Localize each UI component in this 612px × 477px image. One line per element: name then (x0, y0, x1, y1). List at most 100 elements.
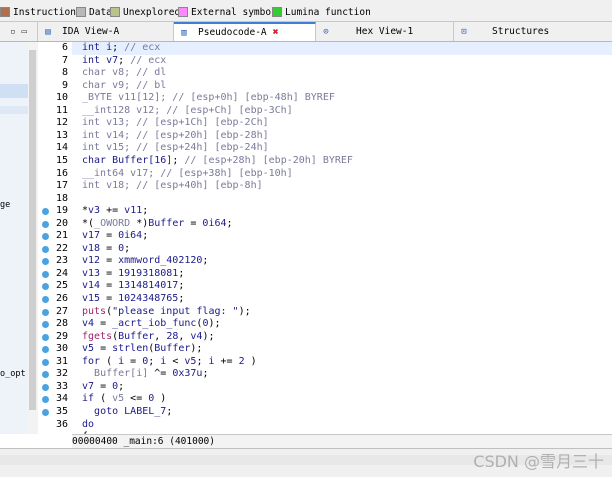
status-bar: 00000400 _main:6 (401000) (72, 434, 612, 448)
breakpoint-dot[interactable] (42, 245, 49, 253)
legend-item: Unexplored (110, 6, 180, 18)
code-token: for (82, 355, 101, 367)
code-token: do (82, 418, 95, 430)
code-line[interactable]: int v18; // [esp+40h] [ebp-8h] (82, 180, 263, 193)
code-line[interactable]: int i; // ecx (72, 42, 612, 55)
address-location: 00000400 _main:6 (401000) (72, 436, 215, 447)
code-token: _acrt_iob_func (112, 318, 197, 330)
code-token: ; (226, 217, 233, 229)
code-line[interactable]: for ( i = 0; i < v5; i += 2 ) (82, 356, 257, 369)
code-line[interactable]: v5 = strlen(Buffer); (82, 343, 202, 356)
code-line[interactable]: int v14; // [esp+20h] [ebp-28h] (82, 130, 269, 143)
code-line[interactable]: char Buffer[16]; // [esp+28h] [ebp-20h] … (82, 155, 353, 168)
code-token: int v18; // [esp+40h] [ebp-8h] (82, 180, 263, 192)
code-token: v5 (184, 355, 197, 367)
code-line[interactable]: v4 = _acrt_iob_func(0); (82, 318, 221, 331)
breakpoint-dot[interactable] (42, 308, 49, 316)
breakpoint-dot[interactable] (42, 408, 49, 416)
code-line[interactable]: int v13; // [esp+1Ch] [ebp-2Ch] (82, 117, 269, 130)
code-token: ^= (148, 368, 173, 380)
code-line[interactable]: v13 = 1919318081; (82, 268, 184, 281)
hex-view-icon: ⊙ (323, 26, 329, 37)
code-token: Buffer[16] (112, 154, 173, 166)
code-token: _BYTE v11[12]; // [esp+0h] [ebp-48h] BYR… (82, 92, 335, 104)
code-token: = (94, 318, 113, 330)
code-line[interactable]: Buffer[i] ^= 0x37u; (82, 368, 208, 381)
function-list-item[interactable]: o_opt (0, 369, 26, 379)
legend-swatch (110, 7, 120, 17)
functions-pane[interactable]: ge o_opt (0, 42, 29, 434)
code-token: "please input flag: " (112, 305, 239, 317)
code-token: goto (94, 405, 125, 417)
code-line[interactable]: *(_OWORD *)Buffer = 0i64; (82, 218, 233, 231)
legend-swatch (0, 7, 10, 17)
scrollbar-thumb[interactable] (29, 50, 36, 410)
pseudocode-view[interactable]: int i; // ecx int v7; // ecx char v8; // d… (72, 42, 612, 434)
breakpoint-dot[interactable] (42, 333, 49, 341)
code-line[interactable]: puts("please input flag: "); (82, 306, 251, 319)
code-token: LABEL_7 (124, 405, 167, 417)
code-line[interactable]: goto LABEL_7; (82, 406, 172, 419)
line-number: 11 (55, 104, 68, 116)
code-token: 0i64 (118, 230, 143, 242)
line-number: 7 (61, 54, 68, 66)
code-line[interactable]: v15 = 1024348765; (82, 293, 184, 306)
tab-pseudocode-a[interactable]: ▥ Pseudocode-A ✖ (174, 22, 316, 41)
legend-label: Instruction (13, 6, 76, 18)
code-token: int v15; // [esp+24h] [ebp-24h] (82, 142, 269, 154)
code-token: = (100, 242, 119, 254)
close-icon[interactable]: ✖ (273, 27, 279, 38)
tab-ida-view-a[interactable]: ▤ IDA View-A (38, 22, 174, 41)
structures-icon: ⊡ (461, 26, 467, 37)
code-token: ; (124, 242, 131, 254)
legend-swatch (178, 7, 188, 17)
code-line[interactable]: if ( v5 <= 0 ) (82, 393, 166, 406)
function-list-item[interactable]: ge (0, 200, 10, 210)
breakpoint-dot[interactable] (42, 296, 49, 303)
breakpoint-dot[interactable] (42, 270, 49, 278)
code-token: int (82, 42, 107, 53)
code-token: , (178, 330, 191, 342)
code-line[interactable]: int v15; // [esp+24h] [ebp-24h] (82, 142, 269, 155)
line-number: 8 (61, 67, 68, 79)
breakpoint-dot[interactable] (42, 358, 49, 366)
code-token: if (82, 393, 95, 405)
segment-legend-bar: Instruction Data Unexplored External symbol… (0, 0, 612, 22)
code-line[interactable]: v18 = 0; (82, 243, 130, 256)
code-token: 0i64 (202, 217, 227, 229)
code-line[interactable]: v12 = xmmword_402120; (82, 255, 208, 268)
code-token: ) (244, 355, 257, 367)
tab-strip: ▫ ▭ ▤ IDA View-A ▥ Pseudocode-A ✖ ⊙ Hex … (0, 22, 612, 42)
tab-structures[interactable]: ⊡ Structures (454, 22, 612, 41)
code-token: _OWORD (94, 217, 131, 229)
code-token: Buffer (148, 217, 185, 229)
code-token: v7 (82, 380, 95, 392)
code-line[interactable]: do (82, 419, 94, 432)
code-token: v14 (82, 280, 101, 292)
code-line[interactable]: *v3 += v11; (82, 205, 148, 218)
tab-label: Hex View-1 (356, 26, 414, 37)
restore-icon[interactable]: ▭ (22, 27, 27, 37)
close-icon[interactable]: ▫ (10, 27, 15, 37)
code-token: puts (82, 305, 107, 317)
code-line[interactable]: __int64 v17; // [esp+38h] [ebp-10h] (82, 168, 293, 181)
code-token: __int128 v12; // [esp+Ch] [ebp-3Ch] (82, 104, 293, 116)
code-token: ; (142, 230, 149, 242)
code-line[interactable]: v7 = 0; (82, 381, 124, 394)
code-line[interactable]: char v9; // bl (82, 80, 166, 93)
code-line[interactable]: __int128 v12; // [esp+Ch] [ebp-3Ch] (82, 105, 293, 118)
breakpoint-dot[interactable] (42, 220, 49, 228)
code-token: = (94, 380, 113, 392)
left-panel-controls[interactable]: ▫ ▭ (0, 22, 38, 41)
tab-hex-view-1[interactable]: ⊙ Hex View-1 (316, 22, 454, 41)
code-token: = (100, 280, 119, 292)
code-line[interactable]: char v8; // dl (82, 67, 166, 80)
code-token: ); (208, 318, 221, 330)
code-token: v5 (112, 393, 125, 405)
code-line[interactable]: fgets(Buffer, 28, v4); (82, 331, 215, 344)
code-line[interactable]: v17 = 0i64; (82, 230, 148, 243)
code-line[interactable]: int v7; // ecx (82, 55, 166, 68)
code-line[interactable]: v14 = 1314814017; (82, 280, 184, 293)
breakpoint-dot[interactable] (42, 383, 49, 391)
code-line[interactable]: _BYTE v11[12]; // [esp+0h] [ebp-48h] BYR… (82, 92, 335, 105)
